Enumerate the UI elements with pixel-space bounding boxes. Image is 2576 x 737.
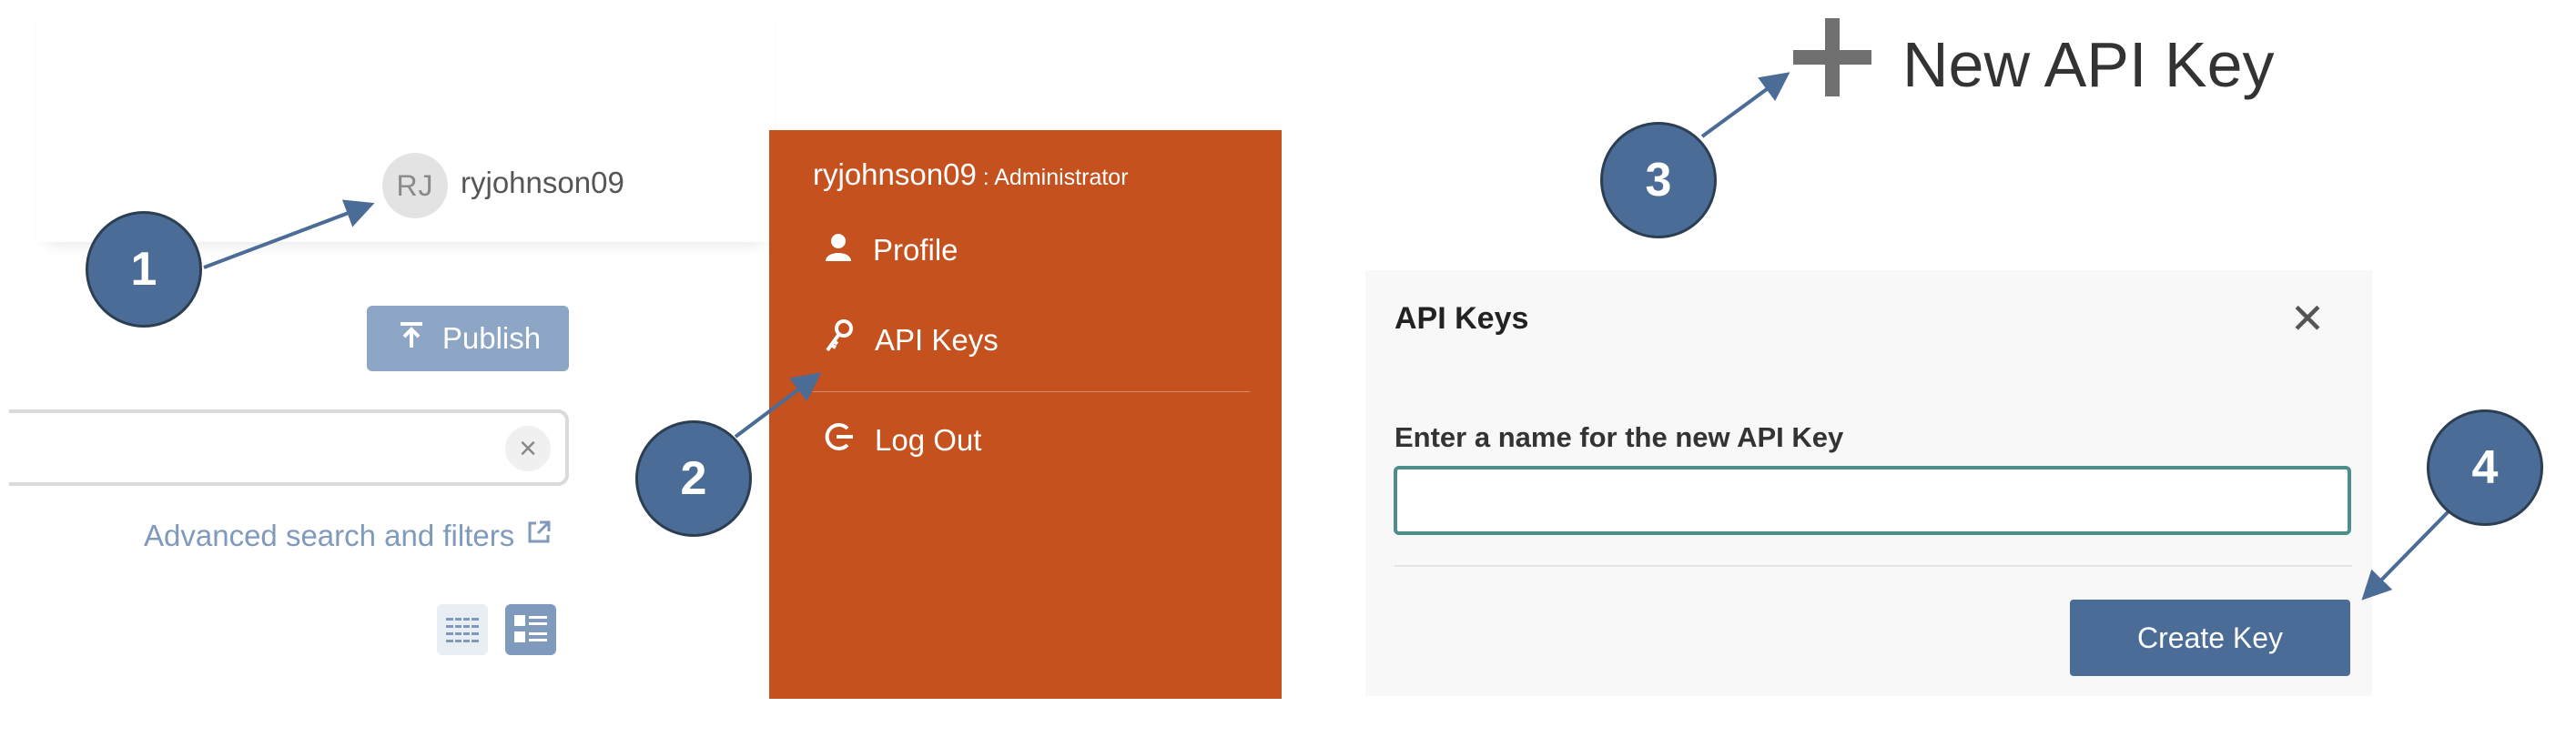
- callout-2: 2: [635, 420, 752, 537]
- callout-1: 1: [86, 211, 202, 328]
- callout-arrow-1: [203, 199, 375, 269]
- callout-4: 4: [2427, 409, 2543, 526]
- callout-3: 3: [1600, 122, 1717, 238]
- callout-arrows: [203, 72, 2450, 601]
- callout-arrow-2: [734, 372, 822, 439]
- callout-arrow-4: [2361, 510, 2450, 601]
- callout-arrow-3: [1700, 72, 1790, 138]
